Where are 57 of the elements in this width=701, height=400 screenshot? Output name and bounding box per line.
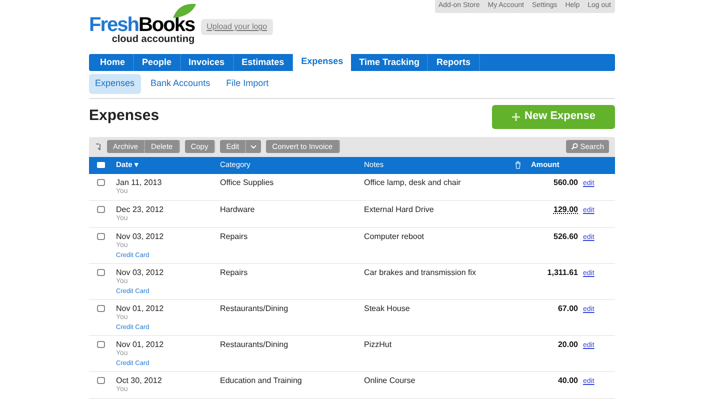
expense-amount: 526.60 [554,232,578,242]
page-title: Expenses [89,106,160,126]
leaf-icon [170,3,197,19]
trash-icon [515,161,521,169]
expense-date: Jan 11, 2013 [116,178,163,186]
dropdown-button[interactable] [246,140,262,153]
sort-arrow-icon [95,142,102,150]
nav-tab[interactable]: Home [92,54,134,71]
expense-notes: External Hard Drive [364,204,435,214]
expense-date: Nov 01, 2012 [116,340,165,348]
row-checkbox[interactable] [96,304,104,312]
expense-category: Repairs [220,268,249,278]
expense-category: Restaurants/Dining [220,340,290,350]
row-checkbox[interactable] [96,178,104,186]
chevron-down-icon [250,144,258,148]
expense-amount: 67.00 [558,304,578,314]
expense-amount: 560.00 [554,178,578,188]
nav-tab[interactable]: Time Tracking [351,54,428,71]
row-checkbox[interactable] [96,340,104,348]
expense-amount: 20.00 [558,340,578,350]
row-checkbox[interactable] [96,232,104,240]
expense-notes: Online Course [364,376,416,386]
expense-category: Office Supplies [220,178,275,188]
expense-date: Nov 01, 2012 [116,304,165,312]
expense-category: Hardware [220,204,256,214]
expense-notes: Car brakes and transmission fix [364,268,478,278]
subnav-tab[interactable]: File Import [220,74,275,94]
expense-notes: Office lamp, desk and chair [364,178,462,188]
expense-date: Nov 03, 2012 [116,268,165,276]
nav-tab[interactable]: People [134,54,181,71]
upload-logo-button[interactable]: Upload your logo [200,19,274,35]
expense-category: Repairs [220,232,249,242]
expense-amount: 1,311.61 [547,268,578,278]
search-icon [571,143,578,150]
new-expense-button[interactable]: New Expense [492,104,615,128]
subnav-tab[interactable]: Expenses [89,74,141,94]
expense-date: Dec 23, 2012 [116,204,165,214]
expense-amount: 129.00 [554,204,578,214]
expense-category: Restaurants/Dining [220,304,290,314]
expense-category: Education and Training [220,376,303,386]
expense-date: Nov 03, 2012 [116,232,165,240]
expense-amount: 40.00 [558,376,578,386]
expense-date: Oct 30, 2012 [116,376,163,384]
nav-tab[interactable]: Reports [428,54,480,71]
select-all-checkbox[interactable] [96,162,104,168]
expense-notes: PizzHut [364,340,393,350]
nav-tab[interactable]: Expenses [293,52,352,71]
plus-icon [512,112,520,120]
expense-notes: Computer reboot [364,232,426,242]
logo-tagline: cloud accounting [112,35,195,45]
nav-tab[interactable]: Invoices [180,54,234,71]
logo: FreshBooks [89,15,195,35]
subnav-tab[interactable]: Bank Accounts [144,74,216,94]
row-checkbox[interactable] [96,206,104,212]
expense-notes: Steak House [364,304,411,314]
row-checkbox[interactable] [96,268,104,276]
row-checkbox[interactable] [96,376,104,384]
